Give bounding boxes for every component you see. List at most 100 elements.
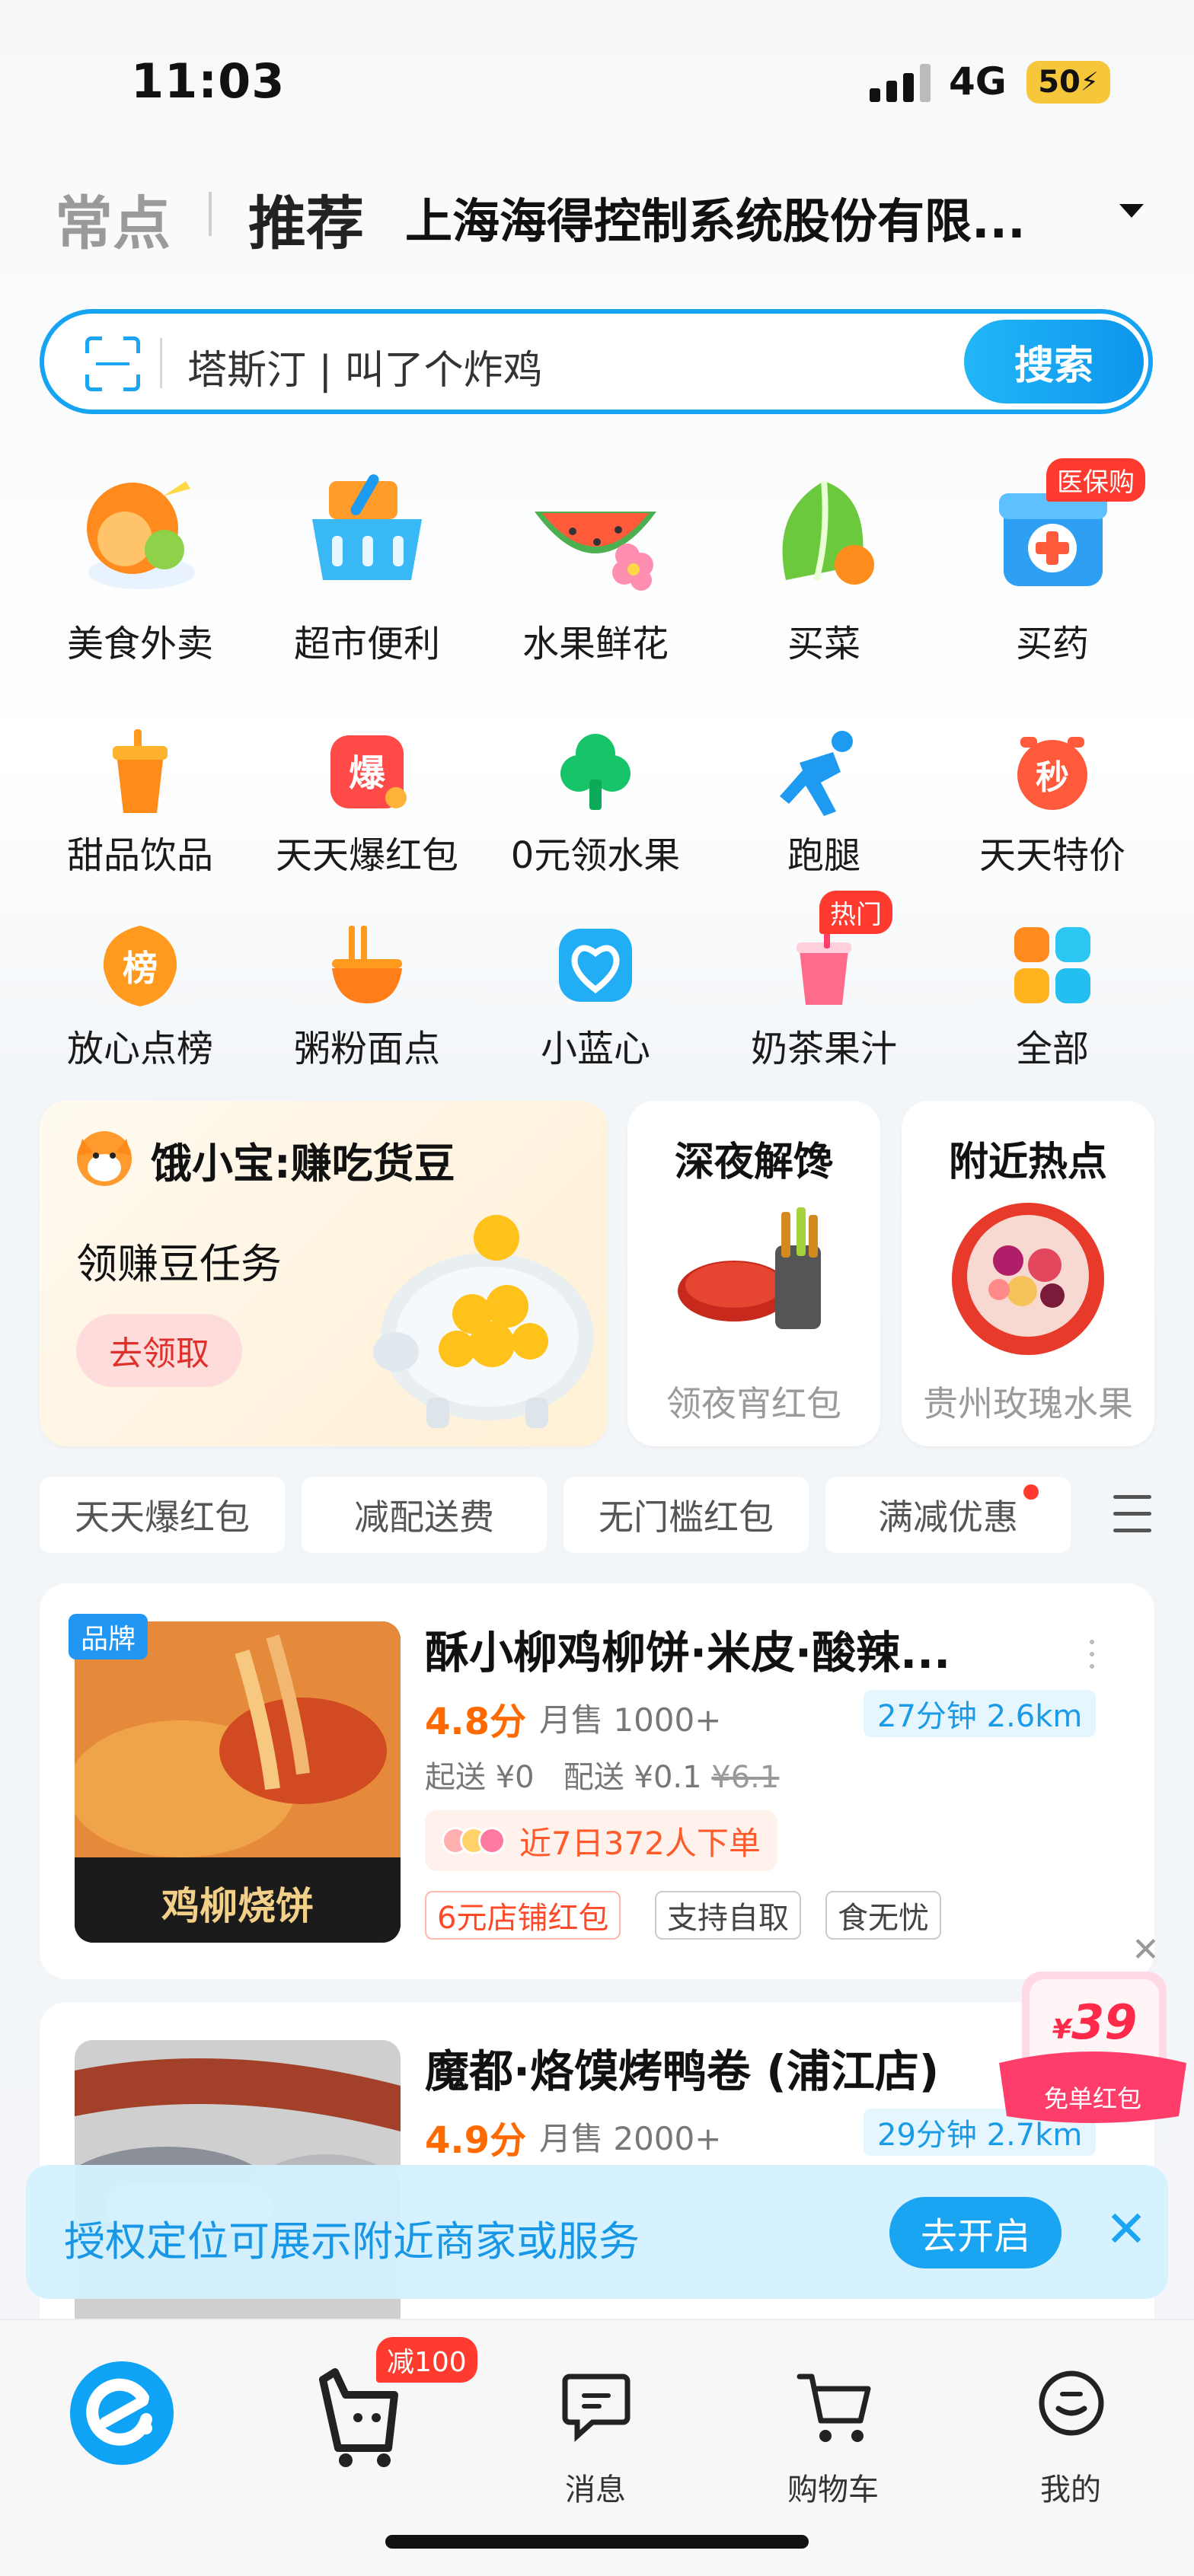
- more-icon[interactable]: [1087, 1640, 1095, 1670]
- food-delivery-icon: [87, 481, 195, 589]
- promo-card-title: 附近热点: [948, 1140, 1107, 1185]
- tab-tuijian[interactable]: 推荐: [248, 177, 364, 260]
- category-vegetables[interactable]: 买菜: [710, 466, 938, 665]
- category-all[interactable]: 全部: [938, 912, 1167, 1102]
- tab-profile[interactable]: 我的: [994, 2343, 1147, 2507]
- category-label: 天天特价: [979, 834, 1125, 877]
- category-supermarket[interactable]: 超市便利: [253, 466, 481, 665]
- signal-icon: [870, 64, 931, 102]
- filter-chip[interactable]: 天天爆红包: [40, 1477, 285, 1553]
- promo-title: 饿小宝:赚吃货豆: [151, 1140, 455, 1188]
- promo-card-ebao[interactable]: 饿小宝:赚吃货豆 领赚豆任务 去领取: [40, 1101, 608, 1446]
- filter-chip[interactable]: 减配送费: [302, 1477, 547, 1553]
- location-selector[interactable]: 上海海得控制系统股份有限...: [405, 183, 1026, 251]
- menu-icon[interactable]: [1113, 1495, 1151, 1533]
- category-fruit-flower[interactable]: 水果鲜花: [481, 466, 710, 665]
- scan-icon[interactable]: [85, 336, 140, 391]
- category-food-delivery[interactable]: 美食外卖: [26, 466, 254, 665]
- battery-level: 50: [1038, 65, 1081, 100]
- store-tag: 支持自取: [655, 1891, 801, 1940]
- store-card[interactable]: 鸡柳烧饼 品牌 酥小柳鸡柳饼·米皮·酸辣... 4.8分 月售 1000+ 27…: [40, 1583, 1154, 1979]
- tab-label: 我的: [1040, 2472, 1101, 2507]
- close-icon[interactable]: ✕: [1092, 2195, 1160, 2264]
- tab-home[interactable]: [46, 2343, 198, 2503]
- category-label: 甜品饮品: [66, 834, 213, 877]
- ranking-icon: 榜: [103, 926, 177, 1006]
- fruit-bowl-image: [952, 1203, 1104, 1355]
- packet-amount: 39: [1071, 1994, 1138, 2050]
- close-icon[interactable]: ✕: [1132, 1930, 1160, 1969]
- location-permission-banner: 授权定位可展示附近商家或服务 去开启 ✕: [26, 2165, 1168, 2299]
- promo-card-subtitle: 领夜宵红包: [666, 1383, 841, 1424]
- profile-face-icon: [1039, 2370, 1104, 2436]
- all-grid-icon: [1014, 927, 1090, 1003]
- drink-cup-icon: [113, 729, 168, 813]
- red-packet-icon: 爆: [330, 735, 407, 808]
- category-label: 小蓝心: [540, 1028, 650, 1070]
- hot-badge: 热门: [819, 891, 892, 934]
- enable-location-button[interactable]: 去开启: [889, 2197, 1062, 2268]
- runner-icon: [780, 731, 853, 816]
- category-free-fruit[interactable]: 0元领水果: [481, 719, 710, 909]
- tab-discover[interactable]: 减100: [285, 2337, 477, 2503]
- network-label: 4G: [949, 59, 1007, 104]
- eleme-logo-icon: [70, 2361, 174, 2465]
- category-label: 0元领水果: [510, 834, 681, 877]
- category-noodles[interactable]: 粥粉面点: [253, 912, 481, 1102]
- tab-label: 购物车: [787, 2472, 879, 2507]
- free-order-packet[interactable]: ¥39 免单红包: [999, 1972, 1186, 2124]
- blue-heart-icon: [559, 929, 632, 1002]
- status-time: 11:03: [131, 53, 286, 109]
- store-image[interactable]: 鸡柳烧饼: [75, 1621, 401, 1943]
- delivery-fee-original: ¥6.1: [711, 1760, 780, 1795]
- tab-cart[interactable]: 购物车: [757, 2343, 909, 2507]
- category-label: 全部: [1015, 1028, 1089, 1070]
- category-ranking[interactable]: 榜 放心点榜: [26, 912, 254, 1102]
- tab-changdian[interactable]: 常点: [55, 177, 171, 260]
- tab-divider: [209, 192, 212, 236]
- claim-button[interactable]: 去领取: [76, 1314, 242, 1387]
- promo-card-nearby-hot[interactable]: 附近热点 贵州玫瑰水果: [902, 1101, 1154, 1446]
- category-drinks[interactable]: 甜品饮品: [26, 719, 254, 909]
- tab-label: 消息: [565, 2472, 626, 2507]
- image-caption: 鸡柳烧饼: [161, 1884, 314, 1928]
- svg-text:爆: 爆: [349, 752, 386, 795]
- category-blue-heart[interactable]: 小蓝心: [481, 912, 710, 1102]
- brand-tag: 品牌: [69, 1614, 148, 1659]
- promo-card-late-night[interactable]: 深夜解馋 领夜宵红包: [627, 1101, 880, 1446]
- svg-text:秒: 秒: [1036, 758, 1069, 797]
- min-order: 起送 ¥0: [425, 1760, 535, 1795]
- crayfish-beer-image: [678, 1207, 821, 1329]
- delivery-fee: 配送 ¥0.1: [563, 1760, 702, 1795]
- category-medicine[interactable]: 医保购 买药: [938, 458, 1167, 665]
- app-screen: 11:03 4G 50 ⚡ 常点 推荐 上海海得控制系统股份有限... 塔斯汀 |…: [0, 0, 1194, 2576]
- tab-messages[interactable]: 消息: [519, 2343, 672, 2507]
- filter-chip[interactable]: 无门槛红包: [563, 1477, 809, 1553]
- search-bar[interactable]: 塔斯汀 | 叫了个炸鸡 搜索: [40, 309, 1153, 414]
- store-sales: 月售 2000+: [539, 2120, 722, 2157]
- store-name[interactable]: 酥小柳鸡柳饼·米皮·酸辣...: [425, 1617, 950, 1681]
- shiba-dog-icon: [77, 1131, 132, 1186]
- message-icon: [562, 2374, 631, 2442]
- category-label: 天天爆红包: [275, 834, 458, 877]
- category-label: 买菜: [787, 623, 860, 665]
- cart-discount-badge: 减100: [376, 2337, 477, 2383]
- caret-down-icon[interactable]: [1119, 204, 1144, 218]
- category-daily-deals[interactable]: 秒 天天特价: [938, 719, 1167, 909]
- category-label: 放心点榜: [66, 1028, 213, 1070]
- category-label: 水果鲜花: [522, 623, 669, 665]
- search-button[interactable]: 搜索: [964, 320, 1144, 403]
- category-milk-tea[interactable]: 热门 奶茶果汁: [710, 891, 938, 1102]
- store-name[interactable]: 魔都·烙馍烤鸭卷 (浦江店): [425, 2036, 939, 2099]
- category-red-packet[interactable]: 爆 天天爆红包: [253, 719, 481, 909]
- battery-icon: 50 ⚡: [1026, 61, 1110, 104]
- category-errand[interactable]: 跑腿: [710, 719, 938, 909]
- store-fees: 起送 ¥0 配送 ¥0.1 ¥6.1: [425, 1752, 779, 1797]
- category-label: 奶茶果汁: [750, 1028, 897, 1070]
- home-indicator: [385, 2535, 809, 2549]
- store-tag: 6元店铺红包: [425, 1891, 621, 1940]
- store-rating: 4.8分: [425, 1701, 527, 1743]
- recent-orders-text: 近7日372人下单: [519, 1824, 761, 1862]
- supermarket-basket-icon: [312, 474, 422, 580]
- search-input[interactable]: 塔斯汀 | 叫了个炸鸡: [187, 338, 543, 395]
